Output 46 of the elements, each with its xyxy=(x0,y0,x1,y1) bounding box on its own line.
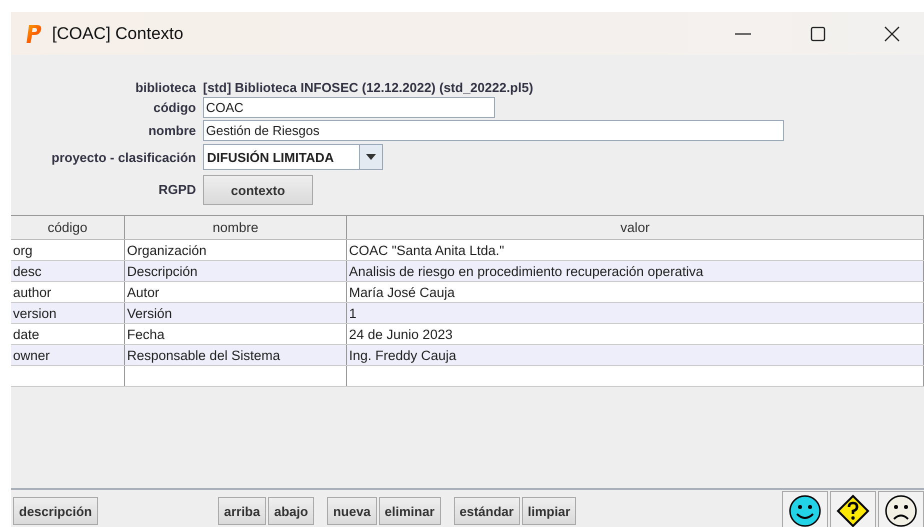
action-button[interactable]: estándar xyxy=(454,497,520,525)
action-button[interactable]: limpiar xyxy=(522,497,576,525)
sad-face-button[interactable] xyxy=(878,491,924,527)
table-cell: Responsable del Sistema xyxy=(124,344,346,366)
table-cell: Autor xyxy=(124,282,346,302)
table-cell: date xyxy=(11,324,124,344)
table-cell: org xyxy=(11,240,124,260)
column-header[interactable]: código xyxy=(11,216,124,240)
table-cell: desc xyxy=(11,260,124,282)
field-label: RGPD xyxy=(157,182,196,196)
maximize-icon[interactable] xyxy=(810,26,826,42)
action-button[interactable]: nueva xyxy=(327,497,377,525)
action-button[interactable]: eliminar xyxy=(378,497,441,525)
code-field[interactable]: COAC xyxy=(203,97,495,118)
context-button[interactable]: contexto xyxy=(203,175,313,205)
action-button[interactable]: arriba xyxy=(218,497,266,525)
table-cell: Analisis de riesgo en procedimiento recuperación operativa xyxy=(346,260,924,282)
table-cell: COAC "Santa Anita Ltda." xyxy=(346,240,924,260)
action-button[interactable]: descripción xyxy=(13,497,98,525)
table-cell: 1 xyxy=(346,302,924,324)
table-cell: María José Cauja xyxy=(346,282,924,302)
table-cell: 24 de Junio 2023 xyxy=(346,324,924,344)
table-cell: Versión xyxy=(124,302,346,324)
caret-icon[interactable] xyxy=(366,154,376,160)
app-logo-icon xyxy=(26,24,42,44)
action-button[interactable]: abajo xyxy=(268,497,314,525)
smiley-button[interactable] xyxy=(782,491,828,527)
field-label: código xyxy=(152,100,196,115)
table-cell: Ing. Freddy Cauja xyxy=(346,344,924,366)
table-cell: owner xyxy=(11,344,124,366)
library-value: [std] Biblioteca INFOSEC (12.12.2022) (std_20222.pl5) xyxy=(203,80,534,95)
help-button[interactable] xyxy=(830,491,876,527)
table-cell: version xyxy=(11,302,124,324)
column-header[interactable]: valor xyxy=(346,216,924,240)
column-header[interactable]: nombre xyxy=(124,216,346,240)
table-cell: Fecha xyxy=(124,324,346,344)
table-cell: Descripción xyxy=(124,260,346,282)
window-title: [COAC] Contexto xyxy=(52,24,184,44)
field-label: nombre xyxy=(147,123,196,138)
name-field[interactable]: Gestión de Riesgos xyxy=(203,120,784,141)
field-label: proyecto - clasificación xyxy=(50,150,196,164)
close-icon[interactable] xyxy=(884,26,900,42)
table-cell: Organización xyxy=(124,240,346,260)
classification-dropdown[interactable]: DIFUSIÓN LIMITADA xyxy=(203,144,383,170)
field-label: biblioteca xyxy=(134,80,196,95)
table-cell: author xyxy=(11,282,124,302)
